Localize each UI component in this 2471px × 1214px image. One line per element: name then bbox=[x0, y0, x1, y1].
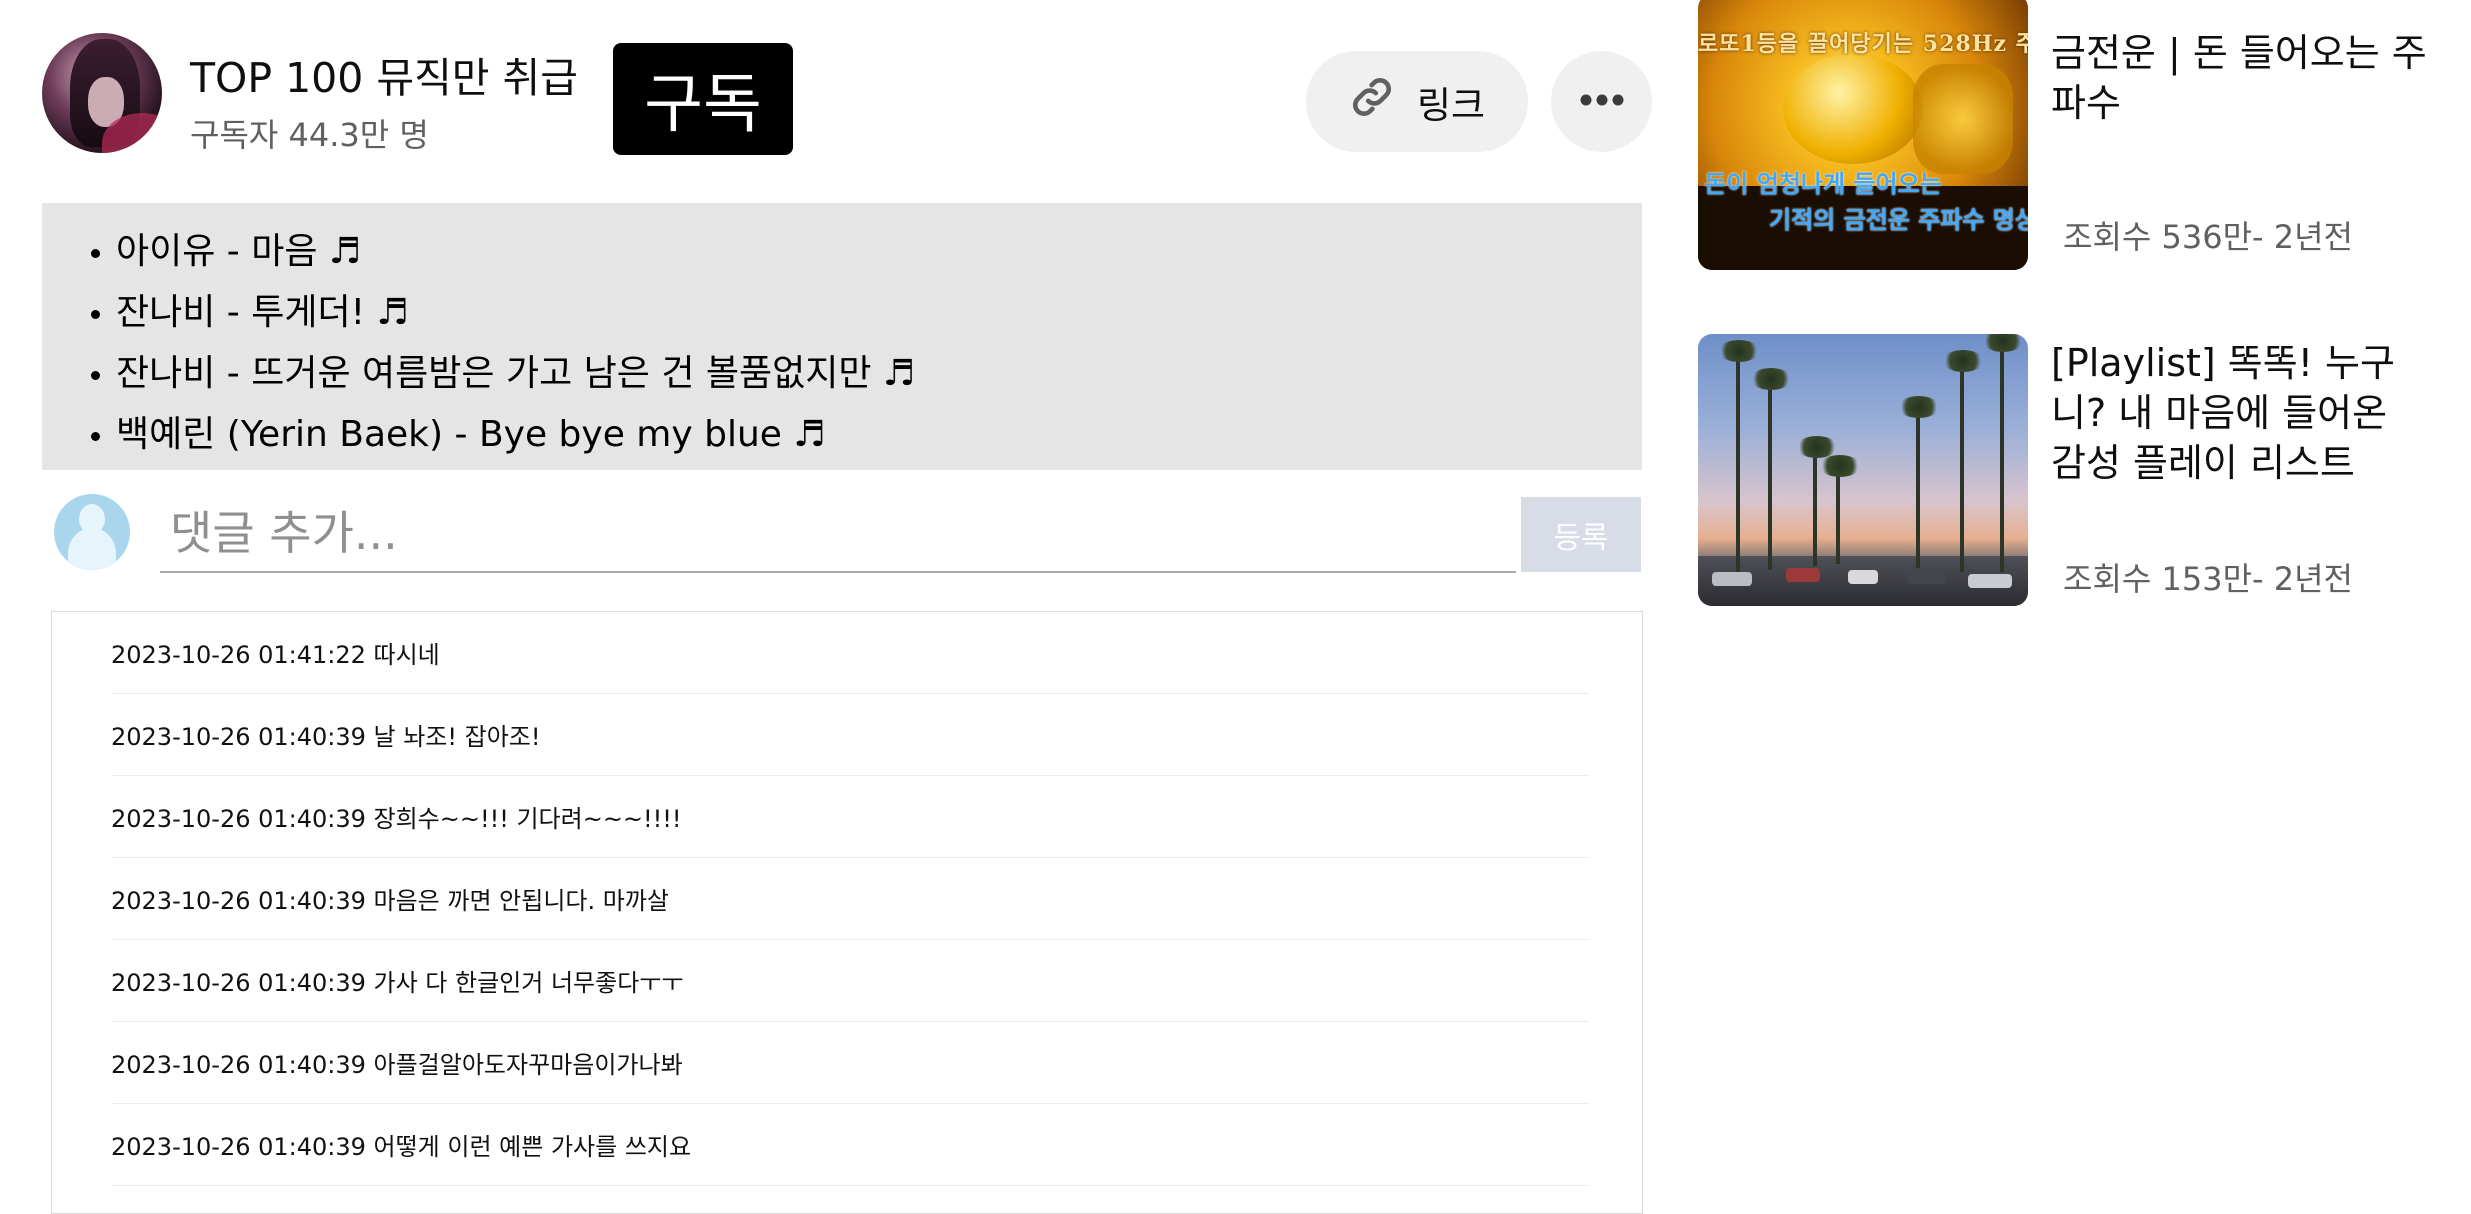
link-button[interactable]: 링크 bbox=[1306, 51, 1528, 152]
video-title[interactable]: 금전운 | 돈 들어오는 주파수 bbox=[2051, 28, 2431, 128]
comment-item: 2023-10-26 01:40:39 날 놔조! 잡아조! bbox=[111, 694, 1589, 776]
link-icon bbox=[1349, 74, 1395, 129]
playlist-box: 아이유 - 마음 ♬ 잔나비 - 투게더! ♬ 잔나비 - 뜨거운 여름밤은 가… bbox=[42, 203, 1642, 470]
thumbnail-text: 로또1등을 끌어당기는 528Hz 주파수 bbox=[1698, 31, 2028, 57]
playlist-item: 아이유 - 마음 ♬ bbox=[116, 221, 1642, 282]
comment-input[interactable] bbox=[160, 495, 1516, 573]
subscribe-button[interactable]: 구독 bbox=[613, 43, 793, 155]
thumbnail-text: 돈이 엄청나게 들어오는 bbox=[1704, 169, 1942, 198]
comment-item: 2023-10-26 01:40:39 장희수~~!!! 기다려~~~!!!! bbox=[111, 776, 1589, 858]
video-meta: 조회수 153만- 2년전 bbox=[2063, 560, 2353, 598]
video-thumbnail[interactable] bbox=[1698, 334, 2028, 606]
thumbnail-text: 기적의 금전운 주파수 명상 bbox=[1769, 205, 2028, 234]
comment-item: 2023-10-26 01:40:39 가사 다 한글인거 너무좋다ㅜㅜ bbox=[111, 940, 1589, 1022]
more-horizontal-icon bbox=[1578, 92, 1626, 111]
subscriber-count: 구독자 44.3만 명 bbox=[190, 116, 429, 154]
video-thumbnail[interactable]: 로또1등을 끌어당기는 528Hz 주파수 돈이 엄청나게 들어오는 기적의 금… bbox=[1698, 0, 2028, 270]
playlist-item: 잔나비 - 뜨거운 여름밤은 가고 남은 건 볼품없지만 ♬ bbox=[116, 343, 1642, 404]
channel-avatar[interactable] bbox=[42, 33, 162, 153]
more-options-button[interactable] bbox=[1551, 51, 1652, 152]
default-avatar-icon bbox=[54, 494, 130, 570]
playlist-list: 아이유 - 마음 ♬ 잔나비 - 투게더! ♬ 잔나비 - 뜨거운 여름밤은 가… bbox=[42, 203, 1642, 465]
video-title[interactable]: [Playlist] 똑똑! 누구니? 내 마음에 들어온 감성 플레이 리스트 bbox=[2051, 338, 2431, 488]
submit-comment-button[interactable]: 등록 bbox=[1521, 497, 1641, 572]
playlist-item: 백예린 (Yerin Baek) - Bye bye my blue ♬ bbox=[116, 404, 1642, 465]
link-button-label: 링크 bbox=[1416, 83, 1486, 127]
video-meta: 조회수 536만- 2년전 bbox=[2063, 218, 2353, 256]
comment-list[interactable]: 2023-10-26 01:41:22 따시네 2023-10-26 01:40… bbox=[51, 611, 1643, 1214]
comment-item: 2023-10-26 01:40:39 어떻게 이런 예쁜 가사를 쓰지요 bbox=[111, 1104, 1589, 1186]
comment-item: 2023-10-26 01:40:39 아플걸알아도자꾸마음이가나봐 bbox=[111, 1022, 1589, 1104]
channel-name[interactable]: TOP 100 뮤직만 취급 bbox=[190, 44, 578, 104]
comment-item: 2023-10-26 01:40:39 마음은 까면 안됩니다. 마까살 bbox=[111, 858, 1589, 940]
playlist-item: 잔나비 - 투게더! ♬ bbox=[116, 282, 1642, 343]
comment-item: 2023-10-26 01:41:22 따시네 bbox=[111, 612, 1589, 694]
